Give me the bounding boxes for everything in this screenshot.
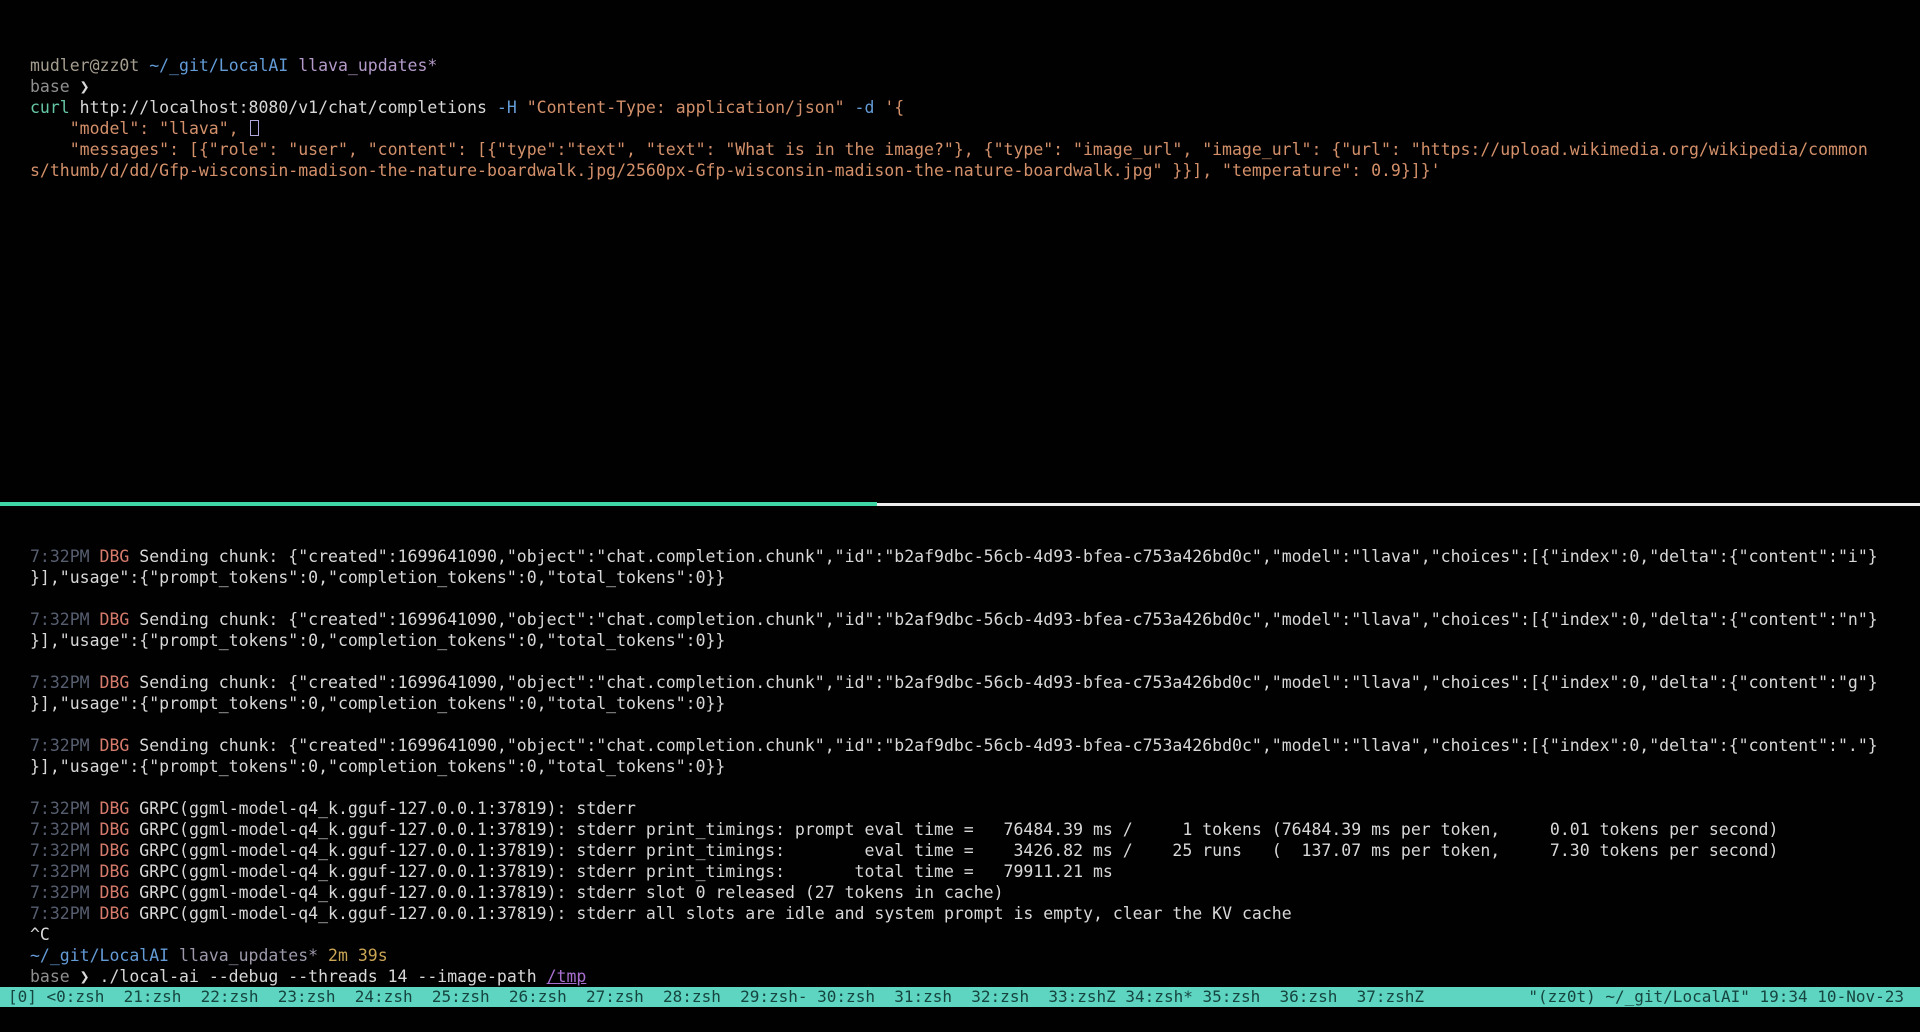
text-segment: 7:32PM — [30, 904, 100, 923]
terminal-line: 7:32PM DBG GRPC(ggml-model-q4_k.gguf-127… — [30, 819, 1920, 840]
text-segment: DBG — [100, 736, 140, 755]
text-segment: DBG — [100, 883, 140, 902]
terminal-line: ~/_git/LocalAI llava_updates* 2m 39s — [30, 945, 1920, 966]
terminal-line — [30, 714, 1920, 735]
terminal-line — [30, 588, 1920, 609]
text-segment: mudler@zz0t — [30, 56, 149, 75]
text-segment: '{ — [884, 98, 904, 117]
text-segment: DBG — [100, 904, 140, 923]
text-segment: Sending chunk: {"created":1699641090,"ob… — [139, 547, 1877, 566]
text-segment: 7:32PM — [30, 841, 100, 860]
text-segment: DBG — [100, 799, 140, 818]
text-segment: -d — [855, 98, 885, 117]
text-segment: base — [30, 77, 80, 96]
terminal-line — [30, 777, 1920, 798]
text-segment: 7:32PM — [30, 610, 100, 629]
terminal-line: s/thumb/d/dd/Gfp-wisconsin-madison-the-n… — [30, 160, 1920, 181]
terminal-window[interactable]: mudler@zz0t ~/_git/LocalAI llava_updates… — [0, 0, 1920, 1032]
text-segment: GRPC(ggml-model-q4_k.gguf-127.0.0.1:3781… — [139, 799, 636, 818]
text-segment: DBG — [100, 841, 140, 860]
text-segment: ~/_git/LocalAI — [149, 56, 298, 75]
tmux-status-right: "(zz0t) ~/_git/LocalAI" 19:34 10-Nov-23 — [1528, 987, 1904, 1007]
terminal-cursor — [250, 120, 259, 136]
text-segment: ./local-ai --debug --threads 14 --image-… — [100, 967, 547, 986]
text-segment: llava_updates* — [179, 946, 328, 965]
text-segment: "messages": [{"role": "user", "content":… — [30, 140, 1868, 159]
text-segment: DBG — [100, 862, 140, 881]
text-segment: 7:32PM — [30, 673, 100, 692]
bottom-pane-debug-log[interactable]: 7:32PM DBG Sending chunk: {"created":169… — [0, 506, 1920, 987]
text-segment: GRPC(ggml-model-q4_k.gguf-127.0.0.1:3781… — [139, 820, 1778, 839]
terminal-line: "model": "llava", — [30, 118, 1920, 139]
text-segment: GRPC(ggml-model-q4_k.gguf-127.0.0.1:3781… — [139, 883, 1003, 902]
text-segment: "Content-Type: application/json" — [527, 98, 855, 117]
text-segment: s/thumb/d/dd/Gfp-wisconsin-madison-the-n… — [30, 161, 1441, 180]
terminal-line: base ❯ ./local-ai --debug --threads 14 -… — [30, 966, 1920, 987]
text-segment: 7:32PM — [30, 799, 100, 818]
text-segment: -H — [497, 98, 527, 117]
shell-session-output: mudler@zz0t ~/_git/LocalAI llava_updates… — [30, 55, 1920, 181]
terminal-screen: { "palette": { "fg": "#d8d8d8", "grey": … — [0, 0, 1920, 1032]
top-pane-shell[interactable]: mudler@zz0t ~/_git/LocalAI llava_updates… — [0, 0, 1920, 502]
text-segment: 7:32PM — [30, 547, 100, 566]
terminal-line: mudler@zz0t ~/_git/LocalAI llava_updates… — [30, 55, 1920, 76]
tmp-path-link[interactable]: /tmp — [547, 967, 587, 986]
terminal-line: 7:32PM DBG Sending chunk: {"created":169… — [30, 735, 1920, 756]
terminal-line: 7:32PM DBG GRPC(ggml-model-q4_k.gguf-127… — [30, 882, 1920, 903]
text-segment: }],"usage":{"prompt_tokens":0,"completio… — [30, 631, 725, 650]
text-segment: "model": "llava", — [30, 119, 249, 138]
terminal-line: "messages": [{"role": "user", "content":… — [30, 139, 1920, 160]
text-segment: }],"usage":{"prompt_tokens":0,"completio… — [30, 757, 725, 776]
terminal-line — [30, 651, 1920, 672]
text-segment: 2m 39s — [328, 946, 388, 965]
text-segment: DBG — [100, 610, 140, 629]
text-segment: http://localhost:8080/v1/chat/completion… — [80, 98, 497, 117]
debug-log-output: 7:32PM DBG Sending chunk: {"created":169… — [30, 546, 1920, 987]
terminal-line: 7:32PM DBG GRPC(ggml-model-q4_k.gguf-127… — [30, 840, 1920, 861]
text-segment: GRPC(ggml-model-q4_k.gguf-127.0.0.1:3781… — [139, 841, 1778, 860]
text-segment: }],"usage":{"prompt_tokens":0,"completio… — [30, 694, 725, 713]
terminal-line: }],"usage":{"prompt_tokens":0,"completio… — [30, 630, 1920, 651]
terminal-line: }],"usage":{"prompt_tokens":0,"completio… — [30, 567, 1920, 588]
text-segment: DBG — [100, 673, 140, 692]
terminal-line: curl http://localhost:8080/v1/chat/compl… — [30, 97, 1920, 118]
text-segment: base — [30, 967, 80, 986]
text-segment: GRPC(ggml-model-q4_k.gguf-127.0.0.1:3781… — [139, 862, 1113, 881]
terminal-line: 7:32PM DBG Sending chunk: {"created":169… — [30, 546, 1920, 567]
terminal-line: ^C — [30, 924, 1920, 945]
text-segment: GRPC(ggml-model-q4_k.gguf-127.0.0.1:3781… — [139, 904, 1291, 923]
text-segment: Sending chunk: {"created":1699641090,"ob… — [139, 736, 1877, 755]
terminal-line: 7:32PM DBG Sending chunk: {"created":169… — [30, 609, 1920, 630]
text-segment: 7:32PM — [30, 883, 100, 902]
text-segment: }],"usage":{"prompt_tokens":0,"completio… — [30, 568, 725, 587]
tmux-window-list[interactable]: [0] <0:zsh 21:zsh 22:zsh 23:zsh 24:zsh 2… — [8, 987, 1424, 1007]
text-segment: DBG — [100, 547, 140, 566]
text-segment: Sending chunk: {"created":1699641090,"ob… — [139, 673, 1877, 692]
terminal-line: 7:32PM DBG GRPC(ggml-model-q4_k.gguf-127… — [30, 798, 1920, 819]
terminal-line: 7:32PM DBG Sending chunk: {"created":169… — [30, 672, 1920, 693]
text-segment: 7:32PM — [30, 736, 100, 755]
terminal-line: }],"usage":{"prompt_tokens":0,"completio… — [30, 756, 1920, 777]
terminal-line: }],"usage":{"prompt_tokens":0,"completio… — [30, 693, 1920, 714]
text-segment: 7:32PM — [30, 820, 100, 839]
text-segment: curl — [30, 98, 80, 117]
text-segment: 7:32PM — [30, 862, 100, 881]
terminal-line: 7:32PM DBG GRPC(ggml-model-q4_k.gguf-127… — [30, 861, 1920, 882]
text-segment: ❯ — [80, 77, 90, 96]
terminal-line: 7:32PM DBG GRPC(ggml-model-q4_k.gguf-127… — [30, 903, 1920, 924]
terminal-line: base ❯ — [30, 76, 1920, 97]
text-segment: ~/_git/LocalAI — [30, 946, 179, 965]
text-segment: ^C — [30, 925, 50, 944]
text-segment: llava_updates* — [298, 56, 437, 75]
tmux-status-bar: [0] <0:zsh 21:zsh 22:zsh 23:zsh 24:zsh 2… — [0, 987, 1920, 1007]
text-segment: Sending chunk: {"created":1699641090,"ob… — [139, 610, 1877, 629]
text-segment: DBG — [100, 820, 140, 839]
text-segment: ❯ — [80, 967, 100, 986]
